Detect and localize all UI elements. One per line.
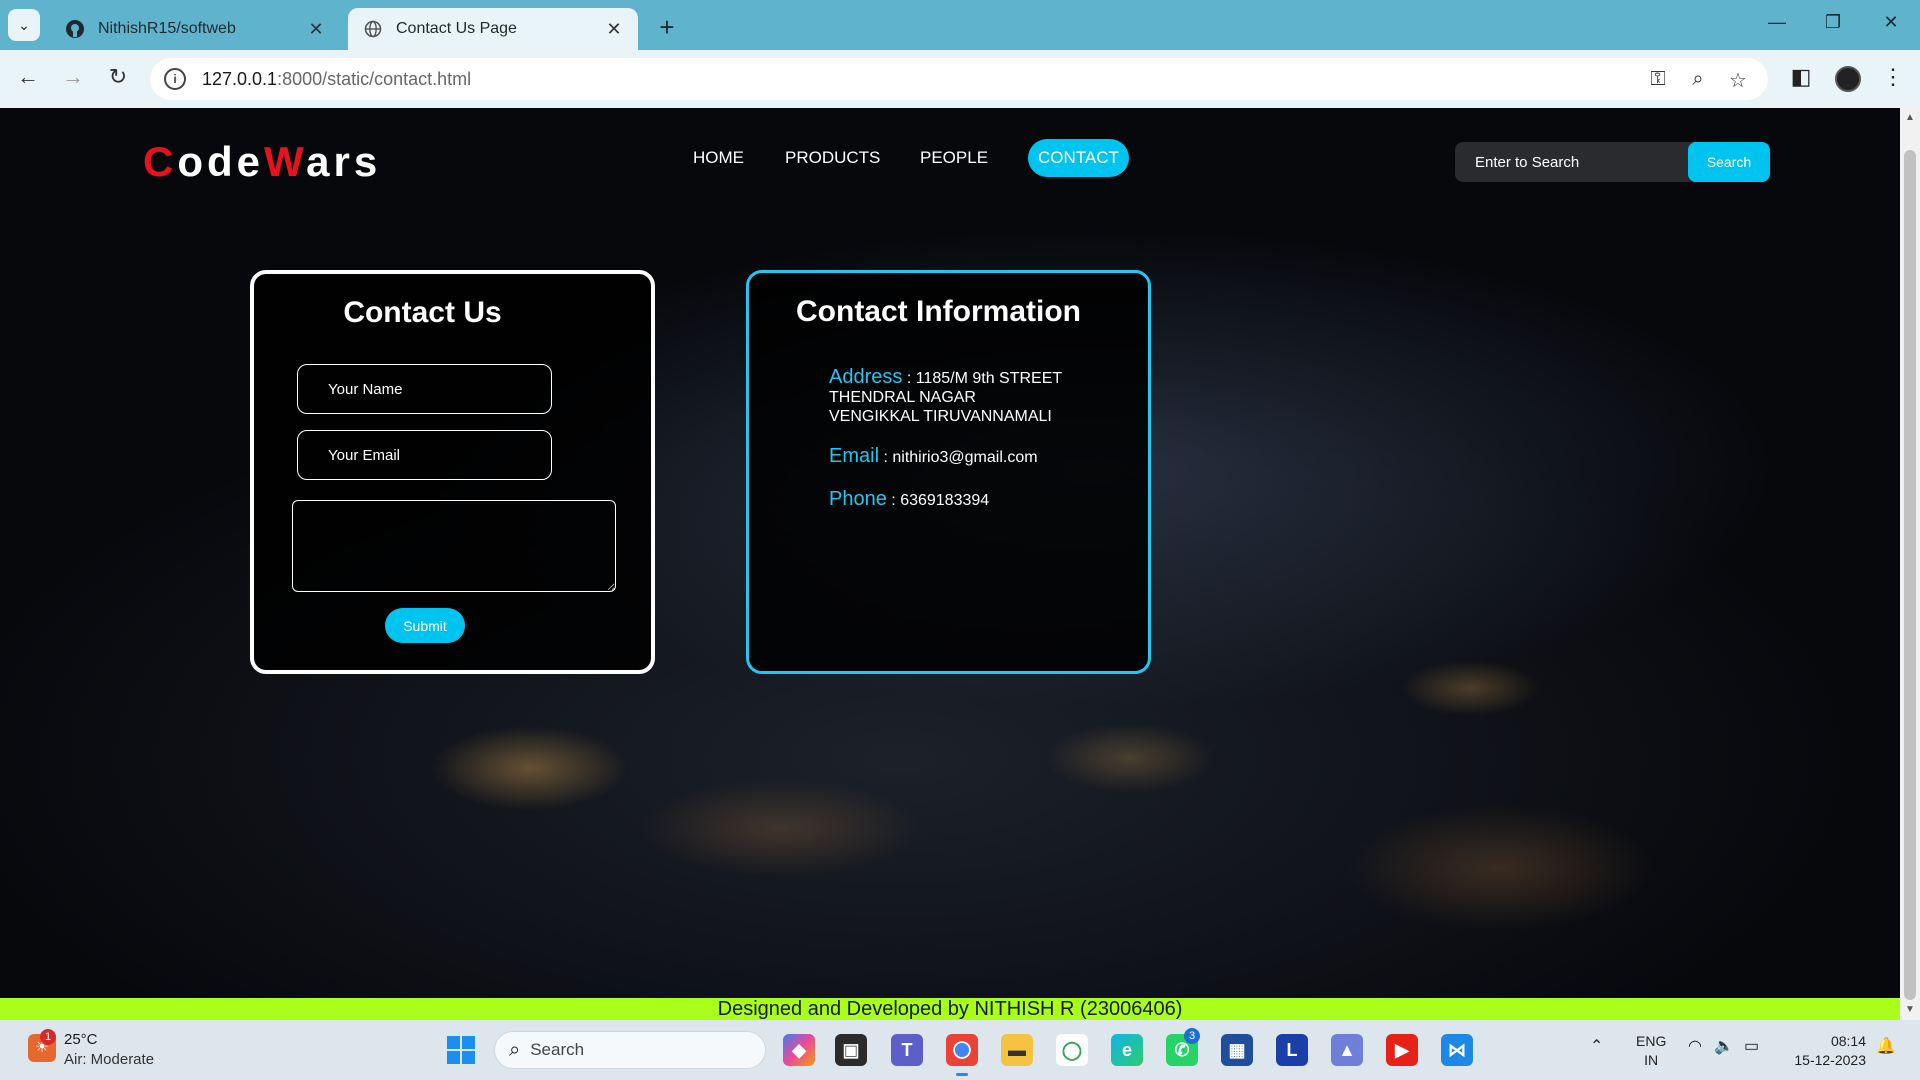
vscode-icon[interactable]: ⋈ xyxy=(1441,1034,1473,1066)
reload-icon[interactable]: ↻ xyxy=(103,64,133,90)
minimize-icon[interactable]: — xyxy=(1762,12,1792,33)
email-separator: : xyxy=(879,449,893,466)
battery-icon[interactable]: ▭ xyxy=(1744,1036,1759,1056)
address-line-1: 1185/M 9th STREET xyxy=(915,370,1063,387)
app-ring-icon[interactable]: ◯ xyxy=(1056,1034,1088,1066)
profile-avatar[interactable] xyxy=(1835,66,1861,92)
language-indicator[interactable]: ENG IN xyxy=(1636,1032,1666,1070)
back-arrow-icon[interactable]: ← xyxy=(13,64,43,90)
site-info-icon[interactable]: i xyxy=(164,68,186,90)
search-button[interactable]: Search xyxy=(1688,142,1770,182)
new-tab-button[interactable]: + xyxy=(652,12,682,43)
chrome-icon[interactable] xyxy=(946,1034,978,1076)
youtube-icon[interactable]: ▶ xyxy=(1386,1034,1418,1066)
task-view-icon[interactable]: ▣ xyxy=(835,1034,867,1066)
tab-title: Contact Us Page xyxy=(396,20,517,37)
message-textarea[interactable] xyxy=(292,500,616,592)
notification-bell-icon[interactable]: 🔔 xyxy=(1876,1036,1896,1056)
wifi-icon[interactable]: ◠ xyxy=(1688,1036,1702,1056)
taskbar-search-label: Search xyxy=(530,1040,585,1059)
browser-tab-bar: ⌄ NithishR15/softweb ✕ Contact Us Page ✕… xyxy=(0,0,1920,50)
chevron-down-icon: ⌄ xyxy=(18,16,30,33)
volume-icon[interactable]: 🔈 xyxy=(1714,1036,1734,1056)
teams-icon[interactable]: T xyxy=(891,1034,923,1066)
tab-title: NithishR15/softweb xyxy=(98,20,236,37)
weather-badge: 1 xyxy=(40,1029,56,1045)
nav-products[interactable]: PRODUCTS xyxy=(785,148,880,168)
tab-github[interactable]: NithishR15/softweb ✕ xyxy=(50,8,340,50)
globe-icon xyxy=(362,18,384,40)
contact-form-card: Contact Us Submit xyxy=(250,270,655,674)
scroll-up-icon[interactable]: ▲ xyxy=(1900,112,1920,123)
site-logo[interactable]: CodeWars xyxy=(143,138,381,186)
close-tab-icon[interactable]: ✕ xyxy=(604,19,624,40)
edge-icon[interactable]: e xyxy=(1111,1034,1143,1066)
browser-toolbar: ← → ↻ i 127.0.0.1:8000/static/contact.ht… xyxy=(0,50,1920,108)
contact-form-title: Contact Us xyxy=(343,296,502,329)
phone-separator: : xyxy=(886,492,901,509)
page-scrollbar[interactable]: ▲ ▼ xyxy=(1900,108,1920,1020)
contact-info-card: Contact Information Address : 1185/M 9th… xyxy=(746,270,1151,674)
nav-people[interactable]: PEOPLE xyxy=(920,148,988,168)
close-window-icon[interactable]: ✕ xyxy=(1876,12,1906,33)
site-footer: Designed and Developed by NITHISH R (230… xyxy=(0,998,1900,1020)
star-icon[interactable]: ☆ xyxy=(1724,68,1752,93)
scrollbar-thumb[interactable] xyxy=(1904,150,1916,1000)
tab-search-button[interactable]: ⌄ xyxy=(8,9,40,41)
whatsapp-badge: 3 xyxy=(1184,1028,1200,1044)
url-text: 127.0.0.1:8000/static/contact.html xyxy=(202,68,472,89)
submit-button[interactable]: Submit xyxy=(385,608,465,643)
web-page: CodeWars HOME PRODUCTS PEOPLE CONTACT Se… xyxy=(0,108,1900,998)
phone-label: Phone xyxy=(829,488,887,510)
contact-info-title: Contact Information xyxy=(796,295,1081,328)
region-code: IN xyxy=(1644,1052,1659,1068)
search-icon: ⌕ xyxy=(509,1038,521,1061)
system-clock[interactable]: 08:14 15-12-2023 xyxy=(1786,1032,1866,1070)
store-icon[interactable]: ▦ xyxy=(1221,1034,1253,1066)
forward-arrow-icon[interactable]: → xyxy=(58,64,88,90)
clock-time: 08:14 xyxy=(1830,1033,1866,1049)
windows-start-icon[interactable] xyxy=(447,1036,475,1064)
side-panel-icon[interactable]: ◧ xyxy=(1786,64,1816,90)
scroll-down-icon[interactable]: ▼ xyxy=(1900,1004,1920,1015)
os-taskbar: ☀ 1 25°C Air: Moderate ⌕ Search ◆ ▣ T ▬ … xyxy=(0,1020,1920,1080)
file-explorer-icon[interactable]: ▬ xyxy=(1001,1034,1033,1066)
show-hidden-icons-icon[interactable]: ⌃ xyxy=(1590,1036,1603,1056)
address-block: Address : 1185/M 9th STREET THENDRAL NAG… xyxy=(829,366,1063,426)
tab-contact[interactable]: Contact Us Page ✕ xyxy=(348,8,638,50)
restore-icon[interactable]: ❐ xyxy=(1818,12,1848,33)
phone-value: 6369183394 xyxy=(900,492,990,509)
phone-block: Phone : 6369183394 xyxy=(829,488,990,510)
address-separator: : xyxy=(902,370,916,387)
key-icon[interactable]: ⚿ xyxy=(1644,68,1672,91)
email-block: Email : nithirio3@gmail.com xyxy=(829,445,1038,467)
copilot-icon[interactable]: ◆ xyxy=(783,1034,815,1066)
email-field[interactable] xyxy=(297,430,552,480)
address-bar[interactable]: i 127.0.0.1:8000/static/contact.html ⚿ ⌕… xyxy=(150,58,1768,100)
taskbar-search[interactable]: ⌕ Search xyxy=(494,1031,766,1069)
zoom-icon[interactable]: ⌕ xyxy=(1684,68,1712,91)
clock-date: 15-12-2023 xyxy=(1794,1052,1866,1068)
nav-home[interactable]: HOME xyxy=(693,148,744,168)
address-line-3: VENGIKKAL TIRUVANNAMALI xyxy=(829,408,1052,425)
temperature[interactable]: 25°C xyxy=(64,1031,98,1048)
menu-kebab-icon[interactable]: ⋮ xyxy=(1878,64,1908,90)
site-search: Search xyxy=(1455,142,1770,182)
email-label: Email xyxy=(829,445,880,467)
search-input[interactable] xyxy=(1455,142,1688,182)
email-value: nithirio3@gmail.com xyxy=(892,449,1038,466)
address-line-2: THENDRAL NAGAR xyxy=(829,389,976,406)
nav-contact[interactable]: CONTACT xyxy=(1028,139,1129,177)
name-field[interactable] xyxy=(297,364,552,414)
arc-app-icon[interactable]: ▲ xyxy=(1331,1034,1363,1066)
letter-l-app-icon[interactable]: L xyxy=(1276,1034,1308,1066)
address-label: Address xyxy=(829,366,903,388)
air-quality[interactable]: Air: Moderate xyxy=(64,1051,154,1068)
language-code: ENG xyxy=(1636,1033,1667,1049)
github-icon xyxy=(64,18,86,40)
close-tab-icon[interactable]: ✕ xyxy=(306,19,326,40)
